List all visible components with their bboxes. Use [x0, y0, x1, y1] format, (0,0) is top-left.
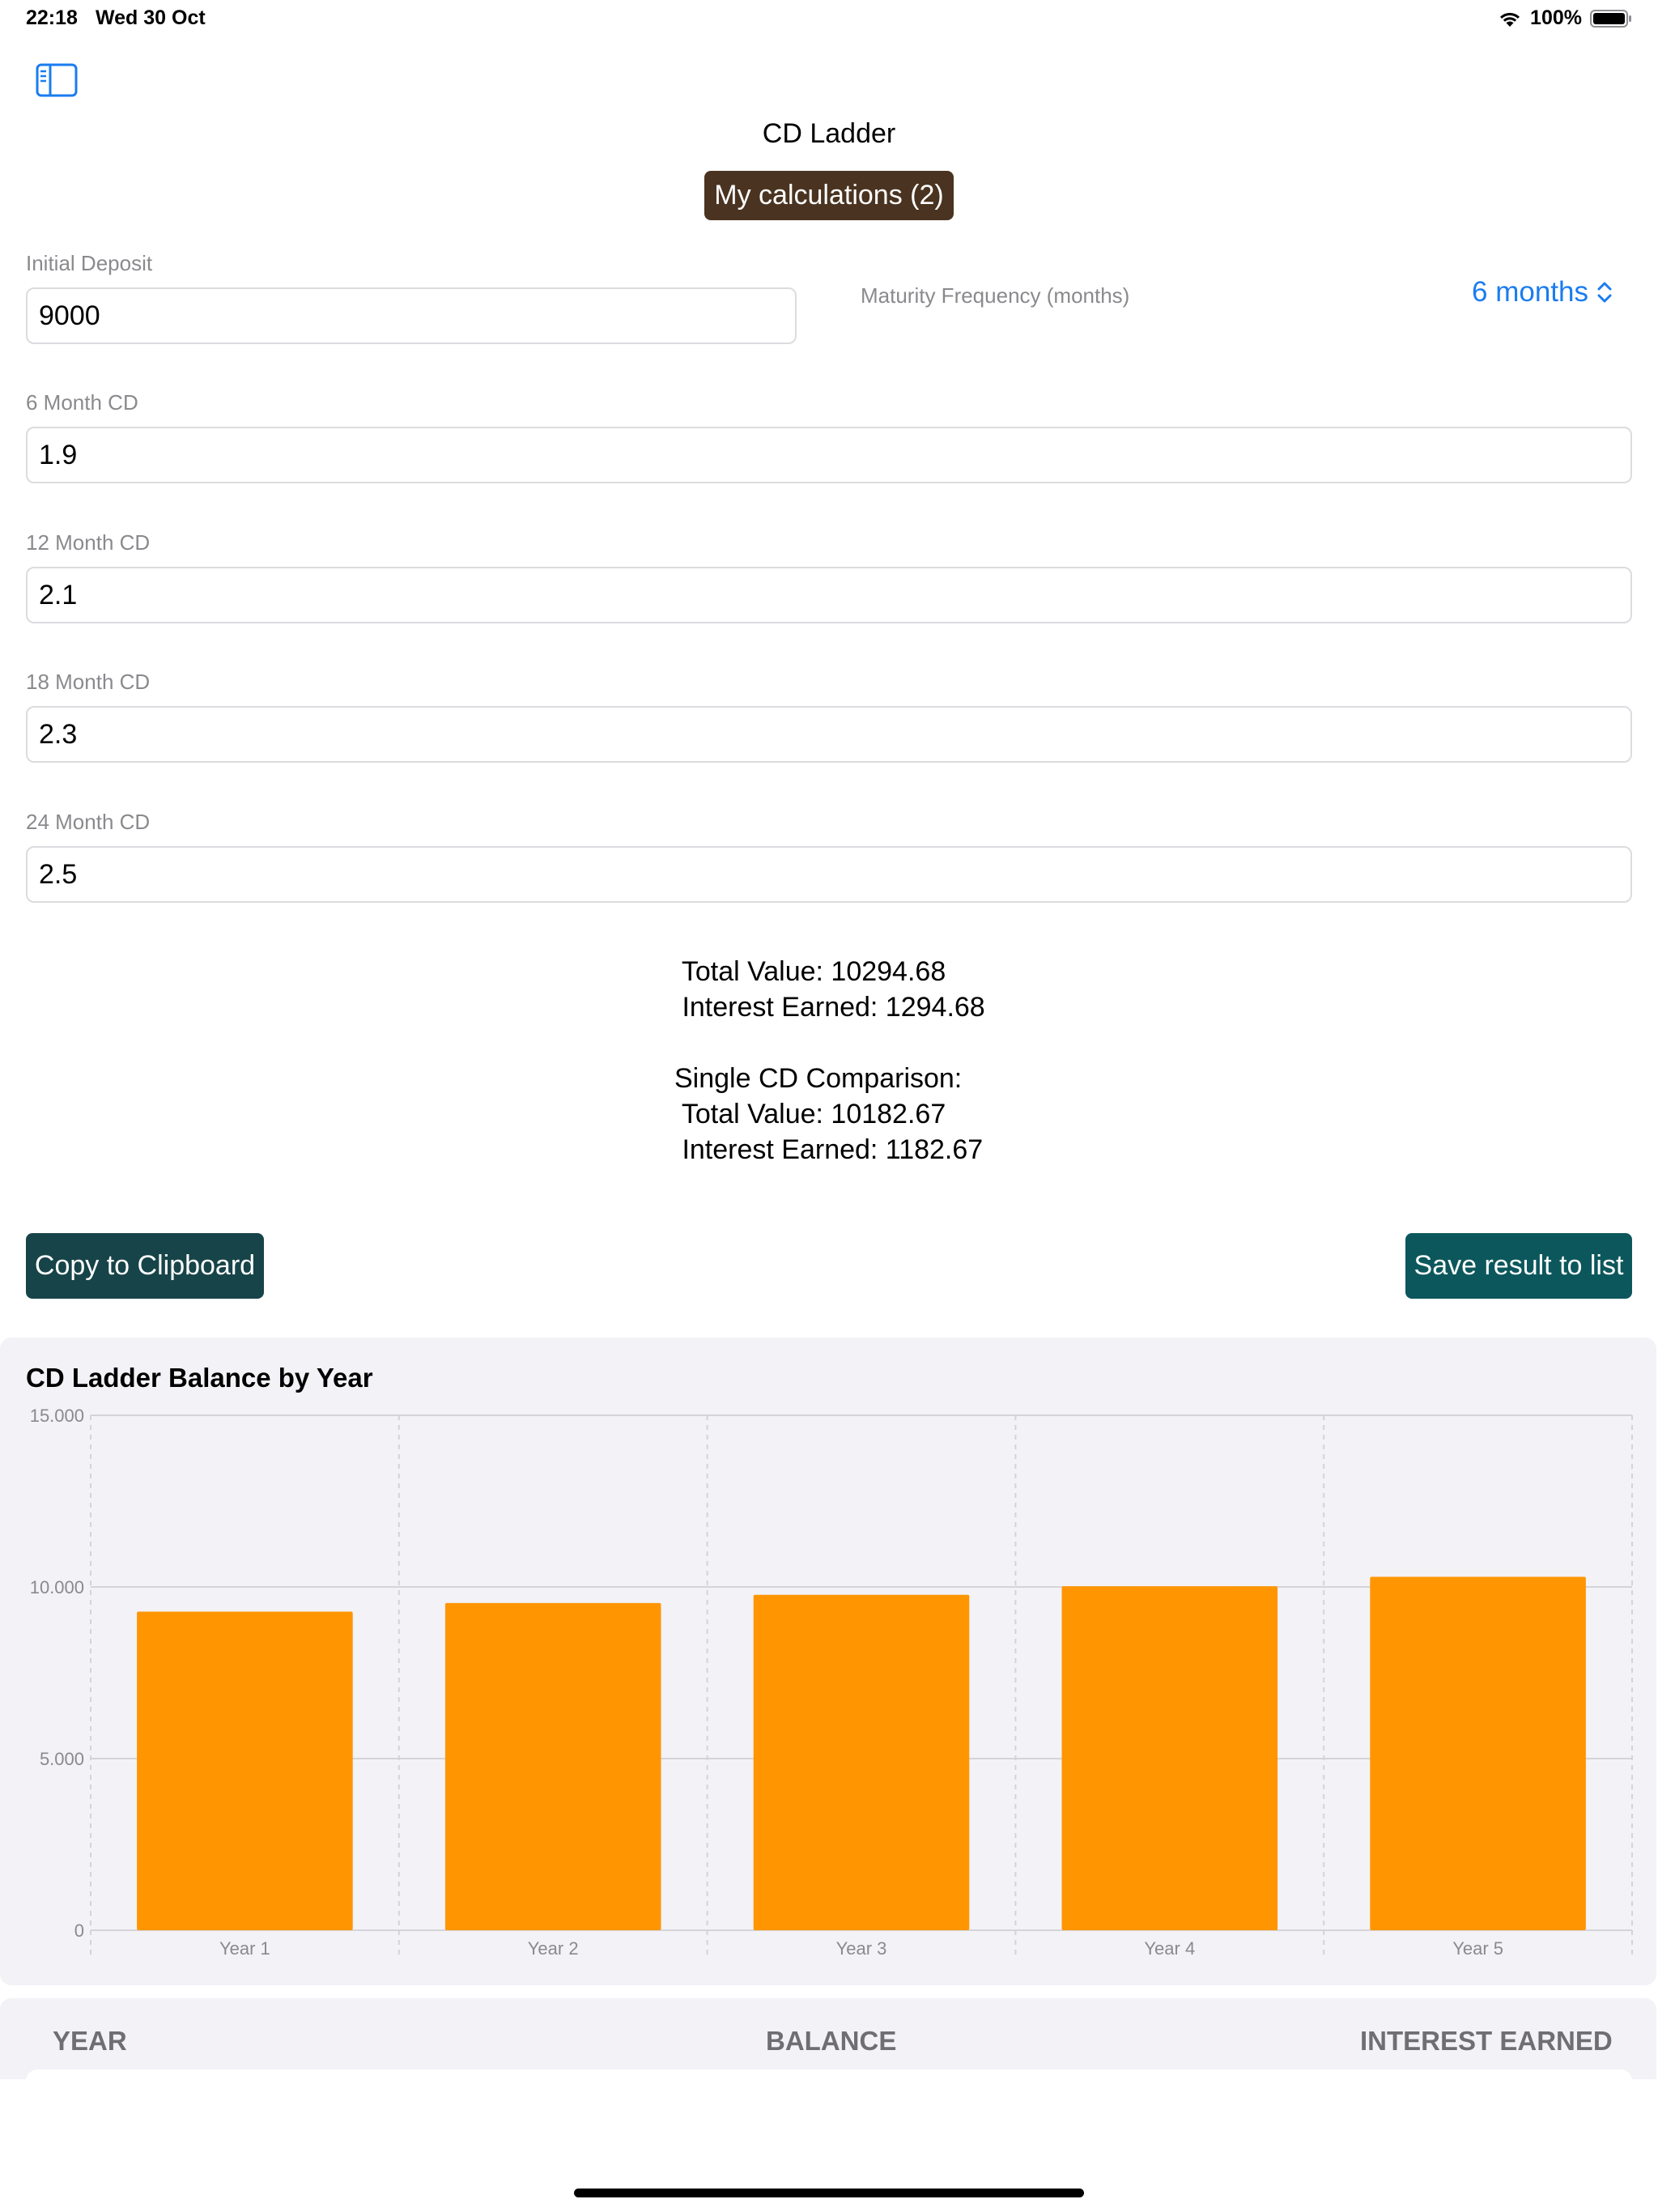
- maturity-frequency-value: 6 months: [1472, 276, 1588, 308]
- bar: [753, 1594, 970, 1930]
- cd24-input[interactable]: 2.5: [26, 846, 1632, 903]
- bar: [444, 1602, 661, 1930]
- x-tick-label: Year 1: [219, 1938, 270, 1959]
- y-tick-label: 15.000: [30, 1406, 84, 1426]
- status-date: Wed 30 Oct: [96, 6, 206, 29]
- comparison-total-value: Total Value: 10182.67: [674, 1099, 946, 1129]
- cd12-label: 12 Month CD: [26, 530, 151, 555]
- x-tick-label: Year 4: [1144, 1938, 1195, 1959]
- balance-bar-chart: 0 5.000 10.000 15.000 Year 1 Year 2 Year 3 Year…: [30, 1406, 1633, 1959]
- cd18-label: 18 Month CD: [26, 670, 151, 694]
- y-tick-label: 5.000: [40, 1749, 84, 1769]
- table-header-balance: BALANCE: [766, 2026, 897, 2056]
- cd12-input[interactable]: 2.1: [26, 567, 1632, 623]
- my-calculations-button[interactable]: My calculations (2): [704, 171, 954, 220]
- table-header-interest: INTEREST EARNED: [1360, 2026, 1613, 2056]
- cd18-input[interactable]: 2.3: [26, 706, 1632, 763]
- table-body: [26, 2069, 1632, 2094]
- result-interest-earned: Interest Earned: 1294.68: [674, 992, 985, 1023]
- x-tick-label: Year 3: [836, 1938, 887, 1959]
- maturity-frequency-label: Maturity Frequency (months): [861, 283, 1130, 308]
- status-time: 22:18: [26, 6, 78, 29]
- home-indicator: [574, 2189, 1084, 2197]
- initial-deposit-input[interactable]: 9000: [26, 287, 797, 344]
- cd24-label: 24 Month CD: [26, 810, 151, 834]
- cd6-label: 6 Month CD: [26, 390, 138, 415]
- bar: [137, 1611, 353, 1930]
- battery-percent: 100%: [1530, 6, 1582, 29]
- battery-icon: [1590, 9, 1631, 28]
- x-tick-label: Year 5: [1452, 1938, 1503, 1959]
- status-indicators: 100%: [1498, 6, 1632, 30]
- comparison-title: Single CD Comparison:: [674, 1063, 963, 1094]
- initial-deposit-label: Initial Deposit: [26, 251, 153, 275]
- bar: [1061, 1586, 1278, 1930]
- page-title: CD Ladder: [762, 118, 896, 149]
- copy-to-clipboard-button[interactable]: Copy to Clipboard: [26, 1233, 264, 1299]
- wifi-icon: [1500, 12, 1520, 27]
- chevron-updown-icon: [1597, 282, 1612, 303]
- status-bar: 22:18 Wed 30 Oct 100%: [0, 0, 1658, 39]
- chart-title: CD Ladder Balance by Year: [26, 1363, 373, 1393]
- y-tick-label: 10.000: [30, 1577, 84, 1597]
- result-total-value: Total Value: 10294.68: [674, 956, 946, 987]
- save-result-button[interactable]: Save result to list: [1405, 1233, 1632, 1299]
- comparison-interest-earned: Interest Earned: 1182.67: [674, 1134, 984, 1165]
- x-tick-label: Year 2: [528, 1938, 579, 1959]
- table-header-year: YEAR: [53, 2026, 127, 2056]
- y-tick-label: 0: [74, 1921, 84, 1941]
- cd6-input[interactable]: 1.9: [26, 427, 1632, 483]
- maturity-frequency-picker[interactable]: 6 months: [1472, 276, 1613, 308]
- bar: [1370, 1576, 1586, 1930]
- sidebar-toggle-icon[interactable]: [36, 63, 78, 97]
